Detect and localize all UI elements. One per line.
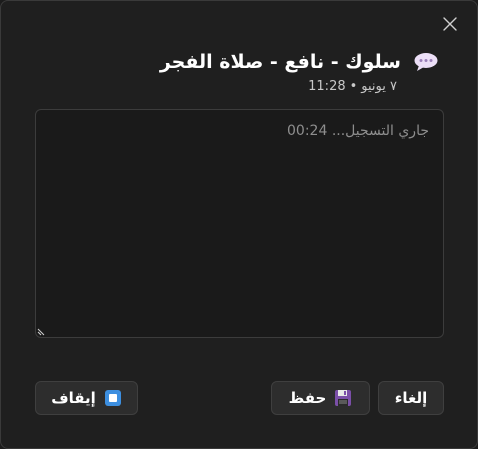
note-date: ٧ يونيو	[361, 79, 397, 94]
close-button[interactable]	[437, 11, 463, 37]
recording-label: جاري التسجيل...	[331, 123, 429, 139]
stop-icon	[104, 389, 122, 407]
speech-bubble-icon	[413, 51, 439, 73]
note-dialog: سلوك - نافع - صلاة الفجر ٧ يونيو•11:28 ج…	[0, 0, 478, 449]
cancel-button[interactable]: إلغاء	[378, 381, 444, 415]
save-button[interactable]: حفظ	[271, 381, 370, 415]
note-text-area[interactable]: جاري التسجيل... 00:24	[35, 109, 444, 338]
floppy-disk-icon	[334, 389, 352, 407]
recording-elapsed: 00:24	[287, 123, 328, 139]
note-time: 11:28	[308, 79, 346, 94]
cancel-label: إلغاء	[394, 389, 428, 407]
stop-label: إيقاف	[51, 389, 96, 407]
stop-button[interactable]: إيقاف	[35, 381, 138, 415]
resize-grip-icon[interactable]	[37, 328, 45, 336]
meta-separator: •	[349, 79, 358, 94]
recording-status: جاري التسجيل... 00:24	[287, 123, 429, 139]
note-title: سلوك - نافع - صلاة الفجر	[159, 51, 401, 73]
save-label: حفظ	[288, 389, 327, 407]
note-meta: ٧ يونيو•11:28	[308, 78, 397, 96]
close-icon	[443, 17, 457, 31]
note-header: سلوك - نافع - صلاة الفجر	[160, 47, 439, 77]
